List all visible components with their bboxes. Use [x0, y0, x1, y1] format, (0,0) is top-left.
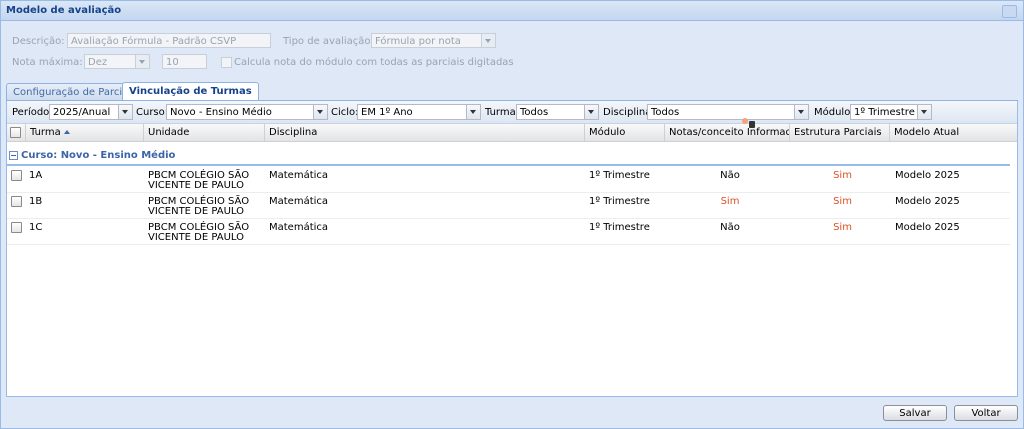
cell-turma: 1C [29, 222, 43, 233]
table-row[interactable]: 1B PBCM COLÉGIO SÃO VICENTE DE PAULO Mat… [7, 192, 1010, 219]
turma-value: Todos [520, 107, 549, 118]
cell-disciplina: Matemática [269, 222, 329, 233]
curso-label: Curso: [136, 107, 169, 118]
cell-modelo: Modelo 2025 [895, 170, 960, 181]
modelo-avaliacao-window: Modelo de avaliação Descrição: Avaliação… [0, 0, 1024, 429]
cell-unidade-line2: VICENTE DE PAULO [148, 232, 245, 243]
filter-toolbar: Período: 2025/Anual Curso: Novo - Ensino… [7, 101, 1017, 124]
nota-maxima-label: Nota máxima: [12, 57, 83, 68]
cell-modulo: 1º Trimestre [589, 222, 650, 233]
table-row[interactable]: 1C PBCM COLÉGIO SÃO VICENTE DE PAULO Mat… [7, 218, 1010, 245]
cell-notas: Não [720, 170, 740, 181]
model-form: Descrição: Avaliação Fórmula - Padrão CS… [1, 21, 1023, 81]
chevron-down-icon [118, 105, 132, 119]
cell-modulo: 1º Trimestre [589, 170, 650, 181]
cell-turma: 1B [29, 196, 43, 207]
salvar-button[interactable]: Salvar [883, 405, 947, 421]
turma-label: Turma: [485, 107, 520, 118]
group-header-row[interactable]: Curso: Novo - Ensino Médio [7, 148, 1010, 166]
cell-unidade-line2: VICENTE DE PAULO [148, 206, 245, 217]
chevron-down-icon [481, 34, 495, 47]
cell-estrutura: Sim [833, 196, 852, 207]
cell-unidade-line2: VICENTE DE PAULO [148, 180, 245, 191]
select-all-checkbox[interactable] [10, 127, 21, 138]
tipo-avaliacao-select[interactable]: Fórmula por nota [371, 33, 496, 48]
calcula-nota-checkbox[interactable] [221, 57, 232, 68]
cell-notas: Sim [720, 196, 740, 207]
cell-notas: Não [720, 222, 740, 233]
window-titlebar: Modelo de avaliação [1, 1, 1023, 21]
resize-cursor-icon [749, 121, 755, 128]
row-checkbox[interactable] [11, 222, 22, 233]
periodo-label: Período: [12, 107, 53, 118]
cell-turma: 1A [29, 170, 43, 181]
row-checkbox[interactable] [11, 170, 22, 181]
chevron-down-icon [466, 105, 480, 119]
column-header-estrutura[interactable]: Estrutura Parciais [790, 124, 890, 141]
column-header-modulo[interactable]: Módulo [585, 124, 665, 141]
nota-maxima-select[interactable]: Dez [84, 54, 150, 69]
curso-value: Novo - Ensino Médio [170, 107, 272, 118]
column-header-turma-label: Turma [30, 127, 61, 138]
disciplina-value: Todos [651, 107, 680, 118]
chevron-down-icon [917, 105, 931, 119]
collapse-icon[interactable] [9, 151, 18, 160]
row-checkbox[interactable] [11, 196, 22, 207]
tipo-avaliacao-value: Fórmula por nota [375, 36, 461, 47]
modulo-select[interactable]: 1º Trimestre [850, 104, 932, 120]
window-tool-icon[interactable] [1002, 5, 1017, 18]
cell-modelo: Modelo 2025 [895, 222, 960, 233]
cell-estrutura: Sim [833, 222, 852, 233]
column-header-turma[interactable]: Turma [26, 124, 144, 141]
periodo-select[interactable]: 2025/Anual [49, 104, 133, 120]
column-header-unidade[interactable]: Unidade [144, 124, 265, 141]
vinculacao-panel: Período: 2025/Anual Curso: Novo - Ensino… [6, 101, 1018, 397]
descricao-label: Descrição: [12, 36, 65, 47]
tipo-avaliacao-label: Tipo de avaliação: [283, 36, 374, 47]
calcula-nota-label: Calcula nota do módulo com todas as parc… [234, 57, 514, 68]
modulo-value: 1º Trimestre [854, 107, 915, 118]
cell-disciplina: Matemática [269, 170, 329, 181]
group-title: Curso: Novo - Ensino Médio [21, 150, 176, 161]
grid-header: Turma Unidade Disciplina Módulo Notas/co… [7, 124, 1017, 142]
chevron-down-icon [313, 105, 327, 119]
descricao-field[interactable]: Avaliação Fórmula - Padrão CSVP [67, 33, 271, 48]
column-header-disciplina[interactable]: Disciplina [265, 124, 585, 141]
cell-estrutura: Sim [833, 170, 852, 181]
turma-select[interactable]: Todos [516, 104, 599, 120]
cell-modelo: Modelo 2025 [895, 196, 960, 207]
ciclo-label: Ciclo: [331, 107, 359, 118]
table-row[interactable]: 1A PBCM COLÉGIO SÃO VICENTE DE PAULO Mat… [7, 166, 1010, 193]
curso-select[interactable]: Novo - Ensino Médio [166, 104, 328, 120]
header-select-all[interactable] [7, 124, 26, 141]
window-title: Modelo de avaliação [6, 5, 122, 16]
column-header-modelo[interactable]: Modelo Atual [890, 124, 1017, 141]
chevron-down-icon [135, 55, 149, 68]
ciclo-value: EM 1º Ano [361, 107, 413, 118]
cell-modulo: 1º Trimestre [589, 196, 650, 207]
disciplina-select[interactable]: Todos [647, 104, 809, 120]
nota-maxima-field[interactable]: 10 [162, 54, 207, 69]
mouse-cursor-highlight-icon [742, 118, 748, 124]
cell-disciplina: Matemática [269, 196, 329, 207]
nota-maxima-select-value: Dez [88, 57, 108, 68]
ciclo-select[interactable]: EM 1º Ano [357, 104, 481, 120]
chevron-down-icon [794, 105, 808, 119]
voltar-button[interactable]: Voltar [954, 405, 1018, 421]
tab-vinculacao-turmas[interactable]: Vinculação de Turmas [122, 82, 259, 101]
column-header-notas[interactable]: Notas/conceito Informadas [665, 124, 790, 141]
periodo-value: 2025/Anual [53, 107, 111, 118]
sort-ascending-icon [63, 130, 70, 134]
dialog-footer: Salvar Voltar [1, 399, 1023, 429]
chevron-down-icon [584, 105, 598, 119]
modulo-label: Módulo: [814, 107, 854, 118]
